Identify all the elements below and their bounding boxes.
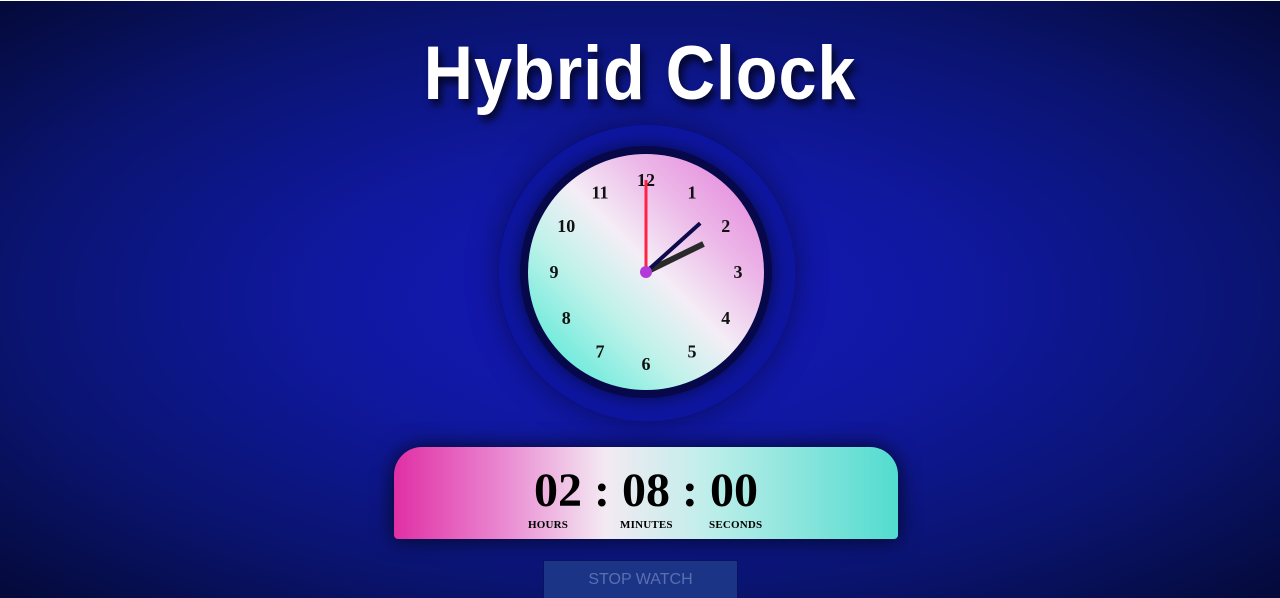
page-title: Hybrid Clock [423,31,857,116]
clock-number: 2 [721,216,730,236]
analog-clock: 121234567891011 [528,154,764,390]
clock-number: 9 [550,262,559,282]
digital-clock: 02 : 08 : 00 HOURS MINUTES SECONDS [394,447,898,539]
stopwatch-button[interactable]: STOP WATCH [543,560,738,598]
clock-number: 8 [562,308,571,328]
clock-number: 1 [688,182,697,202]
clock-number: 11 [591,182,608,202]
digital-minutes: 08 [622,464,670,517]
digital-seconds: 00 [709,464,758,517]
digital-time: 02 : 08 : 00 [394,463,898,519]
clock-number: 4 [721,308,730,328]
clock-number: 5 [688,342,697,362]
separator-2: : [682,464,698,517]
minutes-label: MINUTES [620,519,673,531]
separator-1: : [594,464,610,517]
digital-hours: 02 [534,464,583,517]
clock-number: 6 [642,354,651,374]
seconds-label: SECONDS [709,519,763,531]
clock-number: 3 [734,262,743,282]
hours-label: HOURS [528,519,569,531]
clock-number: 10 [557,216,575,236]
analog-clock-face: 121234567891011 [550,170,743,374]
clock-center-dot [640,266,652,278]
clock-number: 7 [596,342,605,362]
